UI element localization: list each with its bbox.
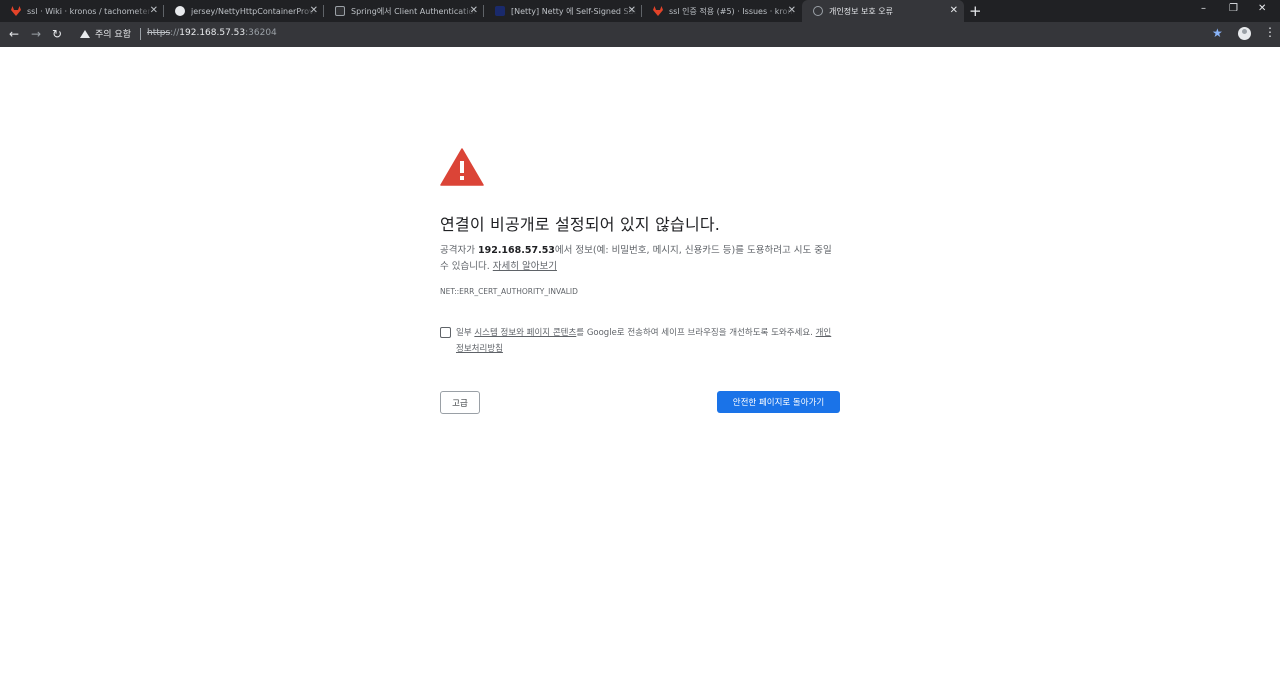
gitlab-icon — [11, 6, 21, 16]
close-icon[interactable]: ✕ — [470, 5, 478, 17]
reload-icon[interactable]: ↻ — [52, 26, 62, 42]
error-code: NET::ERR_CERT_AUTHORITY_INVALID — [440, 287, 578, 296]
close-icon[interactable]: ✕ — [628, 5, 636, 17]
url-port: :36204 — [245, 28, 277, 38]
url-protocol: https — [147, 28, 171, 38]
warning-icon[interactable] — [80, 30, 90, 38]
tab-title: Spring에서 Client Authentication — [351, 6, 477, 16]
advanced-button[interactable]: 고급 — [440, 391, 480, 414]
forward-arrow-icon[interactable]: → — [31, 26, 41, 42]
tab-title: ssl 인증 적용 (#5) · Issues · kronos — [669, 6, 795, 16]
tab-strip: ssl · Wiki · kronos / tachometer ✕ jerse… — [0, 0, 1280, 22]
optin-mid: 를 Google로 전송하여 세이프 브라우징을 개선하도록 도와주세요. — [576, 328, 816, 338]
explanation-host: 192.168.57.53 — [477, 245, 555, 256]
new-tab-button[interactable]: + — [969, 3, 982, 19]
safe-browsing-optin-checkbox[interactable] — [440, 327, 451, 338]
url-separator: :// — [170, 28, 180, 38]
explanation-pre: 공격자가 — [440, 245, 478, 256]
menu-kebab-icon[interactable]: ⋮ — [1264, 26, 1276, 38]
window-close-button[interactable]: ✕ — [1258, 3, 1266, 14]
minimize-button[interactable]: – — [1201, 3, 1206, 14]
globe-icon — [813, 6, 823, 16]
github-icon — [175, 6, 185, 16]
tab-spring-client-auth[interactable]: Spring에서 Client Authentication ✕ — [324, 0, 484, 22]
optin-text: 일부 시스템 정보와 페이지 콘텐츠를 Google로 전송하여 세이프 브라우… — [456, 325, 838, 357]
tab-title: ssl · Wiki · kronos / tachometer — [27, 6, 151, 16]
maximize-button[interactable]: ❐ — [1229, 3, 1238, 14]
close-icon[interactable]: ✕ — [788, 5, 796, 17]
tab-gitlab-wiki[interactable]: ssl · Wiki · kronos / tachometer ✕ — [0, 0, 164, 22]
bookmark-star-icon[interactable]: ★ — [1212, 26, 1223, 40]
gitlab-icon — [653, 6, 663, 16]
back-arrow-icon[interactable]: ← — [9, 26, 19, 42]
explanation-text: 공격자가 192.168.57.53에서 정보(예: 비밀번호, 메시지, 신용… — [440, 243, 838, 275]
blog-icon — [495, 6, 505, 16]
tab-privacy-error[interactable]: 개인정보 보호 오류 ✕ — [802, 0, 964, 22]
danger-warning-icon — [440, 148, 484, 186]
profile-avatar-icon[interactable] — [1238, 27, 1251, 40]
close-icon[interactable]: ✕ — [150, 5, 158, 17]
back-to-safety-button[interactable]: 안전한 페이지로 돌아가기 — [717, 391, 840, 413]
close-icon[interactable]: ✕ — [310, 5, 318, 17]
tab-github-jersey[interactable]: jersey/NettyHttpContainerProvider ✕ — [164, 0, 324, 22]
close-icon[interactable]: ✕ — [950, 5, 958, 17]
address-bar[interactable]: https://192.168.57.53:36204 — [147, 28, 277, 38]
security-chip[interactable]: 주의 요함 — [95, 27, 131, 40]
url-host: 192.168.57.53 — [179, 28, 246, 38]
t-icon — [335, 6, 345, 16]
page-heading: 연결이 비공개로 설정되어 있지 않습니다. — [440, 215, 721, 234]
tab-title: jersey/NettyHttpContainerProvider — [191, 6, 317, 16]
browser-toolbar: ← → ↻ 주의 요함 https://192.168.57.53:36204 … — [0, 22, 1280, 47]
chip-divider — [140, 28, 141, 40]
system-info-link[interactable]: 시스템 정보와 페이지 콘텐츠 — [474, 328, 576, 338]
tab-gitlab-issue[interactable]: ssl 인증 적용 (#5) · Issues · kronos ✕ — [642, 0, 802, 22]
optin-pre: 일부 — [456, 328, 475, 338]
tab-netty-self-signed[interactable]: [Netty] Netty 에 Self-Signed SSL ✕ — [484, 0, 642, 22]
learn-more-link[interactable]: 자세히 알아보기 — [493, 261, 557, 272]
tab-title: [Netty] Netty 에 Self-Signed SSL — [511, 6, 637, 16]
tab-title: 개인정보 보호 오류 — [829, 6, 893, 16]
